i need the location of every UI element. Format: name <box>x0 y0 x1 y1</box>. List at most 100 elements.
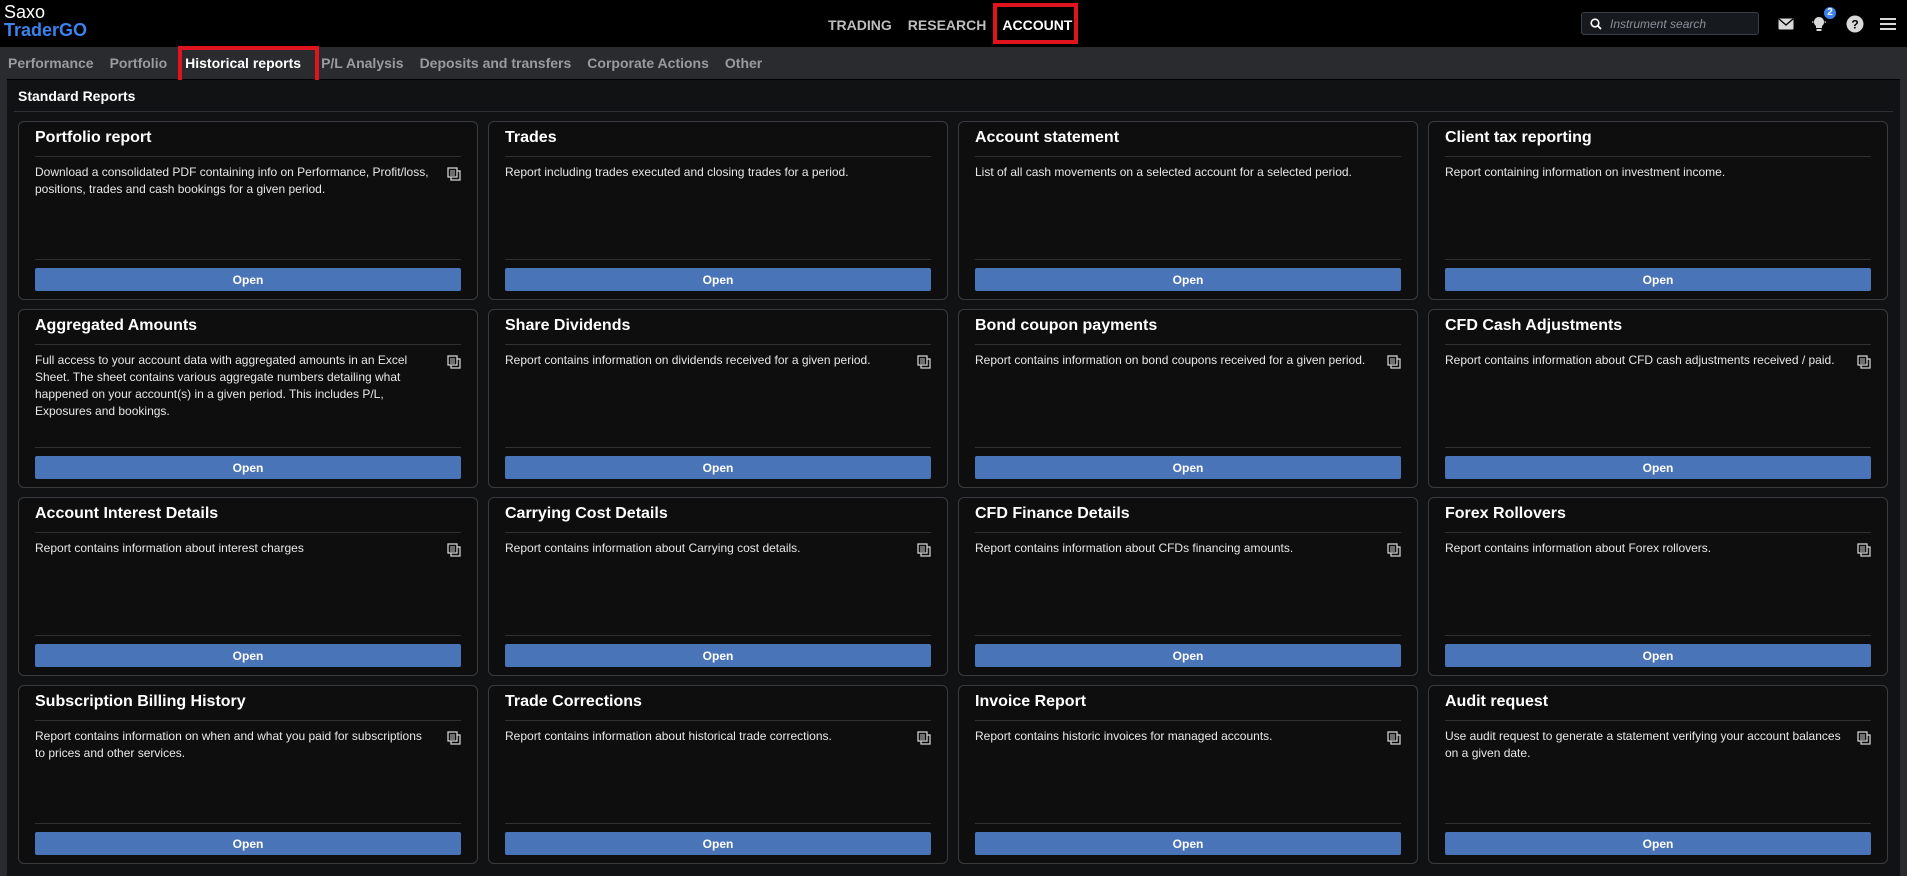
report-title: Audit request <box>1445 693 1549 710</box>
report-title: Account statement <box>975 129 1120 146</box>
report-description: Report contains information about CFDs f… <box>975 541 1294 555</box>
report-description: Report contains information on dividends… <box>505 353 871 367</box>
report-grid: Portfolio report Download a consolidated … <box>18 121 1888 864</box>
title-divider <box>975 720 1401 721</box>
tab-deposits-transfers[interactable]: Deposits and transfers <box>412 47 580 79</box>
copy-icon[interactable] <box>447 731 461 745</box>
report-card: Aggregated Amounts Full access to your ac… <box>18 309 478 488</box>
report-title: Portfolio report <box>35 129 152 146</box>
copy-icon[interactable] <box>447 167 461 181</box>
help-icon[interactable]: ? <box>1844 13 1866 35</box>
tab-performance[interactable]: Performance <box>0 47 102 79</box>
report-description: Full access to your account data with ag… <box>35 353 408 418</box>
copy-icon[interactable] <box>447 543 461 557</box>
footer-divider <box>35 635 461 636</box>
report-card: Client tax reporting Report containing in… <box>1428 121 1888 300</box>
footer-divider <box>975 447 1401 448</box>
brand-line2: TraderGO <box>4 20 88 40</box>
open-button[interactable]: Open <box>35 644 461 667</box>
report-card: Account statement List of all cash moveme… <box>958 121 1418 300</box>
open-button[interactable]: Open <box>975 456 1401 479</box>
report-description: List of all cash movements on a selected… <box>975 165 1352 179</box>
notification-badge: 2 <box>1824 7 1836 19</box>
report-card: Trade Corrections Report contains informa… <box>488 685 948 864</box>
tab-pl-analysis[interactable]: P/L Analysis <box>313 47 411 79</box>
search-icon <box>1590 17 1602 30</box>
report-description: Use audit request to generate a statemen… <box>1445 729 1841 760</box>
tab-portfolio[interactable]: Portfolio <box>102 47 176 79</box>
title-divider <box>505 344 931 345</box>
copy-icon[interactable] <box>917 731 931 745</box>
copy-icon[interactable] <box>1387 543 1401 557</box>
title-divider <box>35 532 461 533</box>
report-title: Subscription Billing History <box>35 693 246 710</box>
open-button[interactable]: Open <box>505 644 931 667</box>
section-divider <box>14 111 1893 112</box>
open-button[interactable]: Open <box>35 832 461 855</box>
open-button[interactable]: Open <box>1445 268 1871 291</box>
open-button[interactable]: Open <box>505 832 931 855</box>
instrument-search[interactable] <box>1581 12 1759 35</box>
title-divider <box>1445 156 1871 157</box>
open-button[interactable]: Open <box>1445 644 1871 667</box>
footer-divider <box>505 823 931 824</box>
report-description: Report contains information about Forex … <box>1445 541 1712 555</box>
report-title: Share Dividends <box>505 317 631 334</box>
report-description: Report contains information on bond coup… <box>975 353 1366 367</box>
open-button[interactable]: Open <box>975 832 1401 855</box>
open-button[interactable]: Open <box>505 268 931 291</box>
report-description: Report contains historic invoices for ma… <box>975 729 1273 743</box>
main-nav-research[interactable]: RESEARCH <box>900 0 995 47</box>
tab-corporate-actions[interactable]: Corporate Actions <box>579 47 717 79</box>
footer-divider <box>505 447 931 448</box>
lightbulb-icon[interactable]: 2 <box>1808 7 1836 35</box>
tab-other[interactable]: Other <box>717 47 770 79</box>
footer-divider <box>1445 823 1871 824</box>
report-card: Trades Report including trades executed a… <box>488 121 948 300</box>
mail-icon[interactable] <box>1775 13 1797 35</box>
main-nav-account[interactable]: ACCOUNT <box>994 0 1080 47</box>
left-gutter <box>0 79 7 876</box>
title-divider <box>505 532 931 533</box>
footer-divider <box>35 447 461 448</box>
open-button[interactable]: Open <box>975 644 1401 667</box>
footer-divider <box>1445 259 1871 260</box>
right-gutter <box>1900 79 1907 876</box>
report-card: CFD Finance Details Report contains infor… <box>958 497 1418 676</box>
footer-divider <box>505 259 931 260</box>
open-button[interactable]: Open <box>505 456 931 479</box>
copy-icon[interactable] <box>1857 355 1871 369</box>
open-button[interactable]: Open <box>35 268 461 291</box>
menu-icon[interactable] <box>1877 13 1899 35</box>
open-button[interactable]: Open <box>975 268 1401 291</box>
main-nav-trading[interactable]: TRADING <box>820 0 900 47</box>
report-card: CFD Cash Adjustments Report contains info… <box>1428 309 1888 488</box>
search-input[interactable] <box>1608 15 1752 32</box>
open-button[interactable]: Open <box>1445 832 1871 855</box>
report-card: Audit request Use audit request to genera… <box>1428 685 1888 864</box>
open-button[interactable]: Open <box>1445 456 1871 479</box>
footer-divider <box>1445 447 1871 448</box>
title-divider <box>975 532 1401 533</box>
copy-icon[interactable] <box>447 355 461 369</box>
copy-icon[interactable] <box>1387 731 1401 745</box>
report-title: Aggregated Amounts <box>35 317 198 334</box>
title-divider <box>505 156 931 157</box>
report-card: Account Interest Details Report contains … <box>18 497 478 676</box>
report-card: Forex Rollovers Report contains informati… <box>1428 497 1888 676</box>
copy-icon[interactable] <box>1387 355 1401 369</box>
report-title: Carrying Cost Details <box>505 505 668 522</box>
copy-icon[interactable] <box>1857 543 1871 557</box>
title-divider <box>975 156 1401 157</box>
copy-icon[interactable] <box>917 543 931 557</box>
report-description: Report containing information on investm… <box>1445 165 1726 179</box>
brand-logo[interactable]: Saxo TraderGO <box>4 3 87 39</box>
main-nav: TRADING RESEARCH ACCOUNT <box>820 0 1080 47</box>
open-button[interactable]: Open <box>35 456 461 479</box>
copy-icon[interactable] <box>917 355 931 369</box>
report-description: Report contains information about histor… <box>505 729 832 743</box>
title-divider <box>35 344 461 345</box>
copy-icon[interactable] <box>1857 731 1871 745</box>
tab-historical-reports[interactable]: Historical reports <box>177 47 309 79</box>
sub-nav: Performance Portfolio Historical reports… <box>0 47 1907 79</box>
